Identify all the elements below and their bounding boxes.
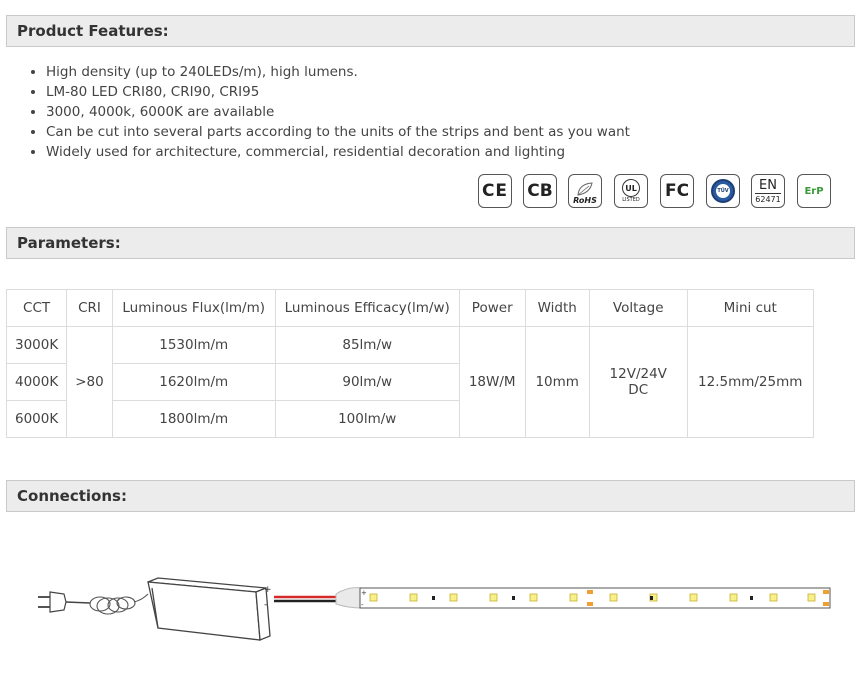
ce-icon: CE [478, 174, 512, 208]
feature-item: LM-80 LED CRI80, CRI90, CRI95 [46, 82, 630, 102]
cut-pad [587, 590, 593, 594]
leaf-icon [577, 182, 593, 196]
flux-cell: 1800lm/m [111, 400, 276, 438]
led-chip [529, 593, 538, 602]
mini-cut-cell: 12.5mm/25mm [686, 326, 814, 438]
cb-icon: CB [523, 174, 557, 208]
resistor [750, 596, 753, 600]
header-cct: CCT [5, 289, 68, 327]
header-power: Power [458, 289, 526, 327]
en-label: EN [759, 177, 777, 193]
parameters-title: Parameters: [17, 234, 121, 252]
cb-label: CB [527, 181, 553, 201]
parameters-table: CCT CRI Luminous Flux(lm/m) Luminous Eff… [5, 289, 814, 438]
header-width: Width [524, 289, 590, 327]
header-mini-cut: Mini cut [686, 289, 814, 327]
feature-item: High density (up to 240LEDs/m), high lum… [46, 62, 630, 82]
led-chip [369, 593, 378, 602]
product-features-header: Product Features: [6, 15, 855, 47]
features-list: High density (up to 240LEDs/m), high lum… [22, 62, 630, 162]
ul-icon: UL LISTED [614, 174, 648, 208]
efficacy-cell: 90lm/w [274, 363, 460, 401]
rohs-label: RoHS [573, 196, 597, 205]
en-icon: EN 62471 [751, 174, 785, 208]
erp-label: ErP [804, 185, 824, 197]
efficacy-cell: 100lm/w [274, 400, 460, 438]
ce-label: CE [481, 181, 509, 201]
output-wires [274, 595, 336, 603]
header-flux: Luminous Flux(lm/m) [111, 289, 276, 327]
cct-cell: 6000K [5, 400, 68, 438]
cct-cell: 4000K [5, 363, 68, 401]
tuv-label: TÜV [716, 184, 730, 198]
led-chip [409, 593, 418, 602]
cri-cell: >80 [66, 326, 113, 438]
led-chip [569, 593, 578, 602]
led-chip [769, 593, 778, 602]
rohs-icon: RoHS [568, 174, 602, 208]
header-voltage: Voltage [588, 289, 688, 327]
led-chip [689, 593, 698, 602]
product-features-title: Product Features: [17, 22, 169, 40]
voltage-cell: 12V/24V DC [588, 326, 688, 438]
flux-cell: 1530lm/m [111, 326, 276, 364]
psu-minus-label: - [264, 600, 267, 610]
resistor [512, 596, 515, 600]
coiled-cable-icon [89, 593, 149, 615]
cut-pad [587, 602, 593, 606]
led-chip [449, 593, 458, 602]
led-chip [609, 593, 618, 602]
en-code-label: 62471 [755, 194, 781, 204]
led-chip [729, 593, 738, 602]
ul-listed-label: LISTED [622, 197, 640, 203]
led-chip [807, 593, 816, 602]
table-row: 3000K >80 1530lm/m 85lm/w 18W/M 10mm 12V… [5, 326, 814, 438]
psu-plus-label: + [264, 585, 272, 595]
erp-icon: ErP [797, 174, 831, 208]
table-header-row: CCT CRI Luminous Flux(lm/m) Luminous Eff… [5, 289, 814, 327]
header-efficacy: Luminous Efficacy(lm/w) [274, 289, 460, 327]
cct-cell: 3000K [5, 326, 68, 364]
fc-label: FC [664, 181, 690, 201]
parameters-header: Parameters: [6, 227, 855, 259]
cut-pad [823, 602, 829, 606]
resistor [432, 596, 435, 600]
power-supply-icon [147, 577, 271, 641]
led-chip [489, 593, 498, 602]
feature-item: 3000, 4000k, 6000K are available [46, 102, 630, 122]
fc-icon: FC [660, 174, 694, 208]
feature-item: Widely used for architecture, commercial… [46, 142, 630, 162]
connector-icon [335, 587, 363, 609]
connections-header: Connections: [6, 480, 855, 512]
connection-diagram: + - + - [38, 577, 831, 641]
ul-label: UL [622, 179, 640, 197]
efficacy-cell: 85lm/w [274, 326, 460, 364]
feature-item: Can be cut into several parts according … [46, 122, 630, 142]
power-cell: 18W/M [458, 326, 526, 438]
tuv-icon: TÜV [706, 174, 740, 208]
flux-cell: 1620lm/m [111, 363, 276, 401]
cut-pad [823, 590, 829, 594]
connections-title: Connections: [17, 487, 127, 505]
resistor [650, 596, 653, 600]
plug-icon [38, 591, 91, 613]
width-cell: 10mm [524, 326, 590, 438]
header-cri: CRI [66, 289, 113, 327]
strip-plus-label: + [361, 589, 367, 597]
led-strip [359, 587, 831, 609]
